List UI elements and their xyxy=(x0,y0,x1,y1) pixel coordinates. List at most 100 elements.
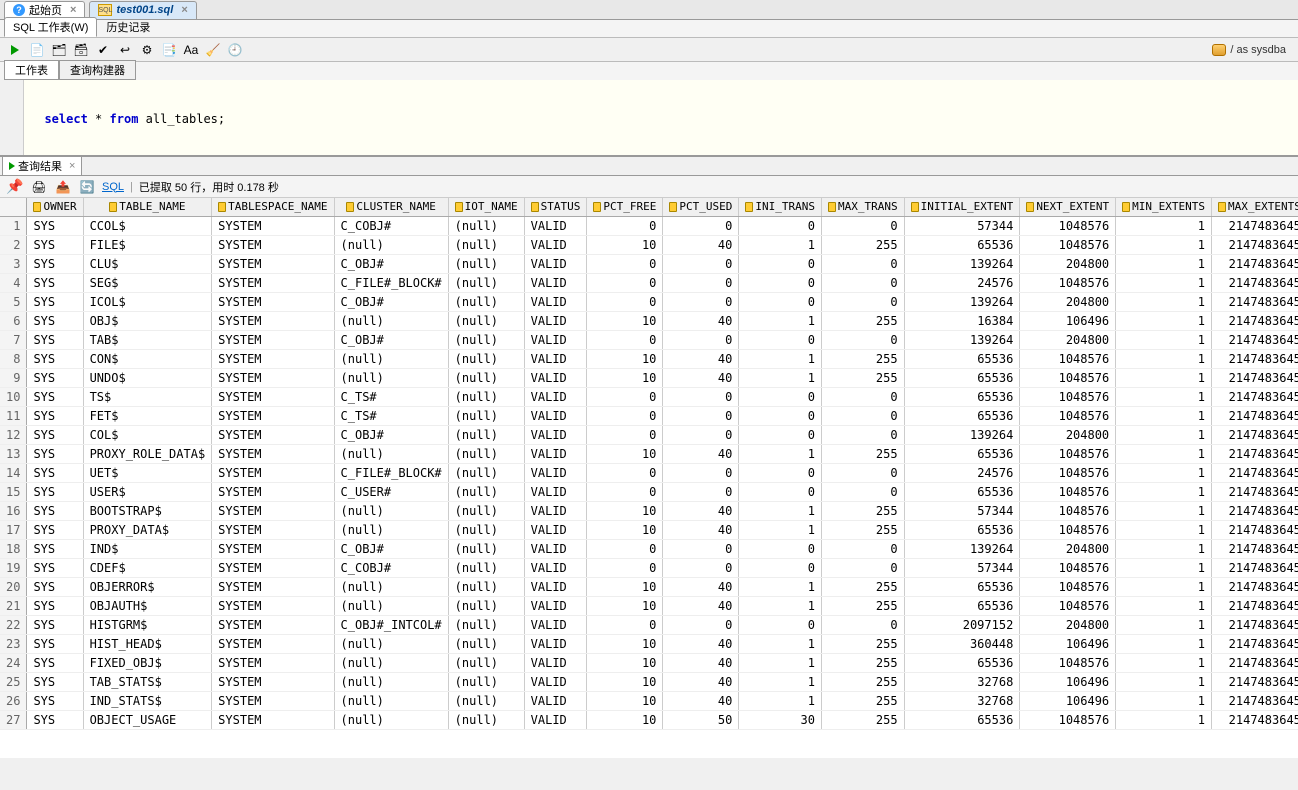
cell-ini_trans[interactable]: 1 xyxy=(739,349,822,368)
cell-table_name[interactable]: UET$ xyxy=(83,463,212,482)
cell-pct_free[interactable]: 10 xyxy=(587,596,663,615)
connection-selector[interactable]: / as sysdba xyxy=(1212,44,1292,56)
cell-ini_trans[interactable]: 1 xyxy=(739,653,822,672)
cell-cluster_name[interactable]: C_FILE#_BLOCK# xyxy=(334,273,448,292)
cell-status[interactable]: VALID xyxy=(524,444,587,463)
cell-min_extents[interactable]: 1 xyxy=(1116,368,1212,387)
cell-min_extents[interactable]: 1 xyxy=(1116,520,1212,539)
cell-table_name[interactable]: OBJ$ xyxy=(83,311,212,330)
cell-status[interactable]: VALID xyxy=(524,691,587,710)
cell-status[interactable]: VALID xyxy=(524,653,587,672)
cell-min_extents[interactable]: 1 xyxy=(1116,501,1212,520)
cell-status[interactable]: VALID xyxy=(524,273,587,292)
cell-initial_extent[interactable]: 65536 xyxy=(904,444,1020,463)
cell-next_extent[interactable]: 1048576 xyxy=(1020,406,1116,425)
cell-table_name[interactable]: CCOL$ xyxy=(83,216,212,235)
cell-table_name[interactable]: TS$ xyxy=(83,387,212,406)
cell-pct_free[interactable]: 10 xyxy=(587,349,663,368)
cell-initial_extent[interactable]: 57344 xyxy=(904,558,1020,577)
cell-max_extents[interactable]: 2147483645 xyxy=(1212,444,1298,463)
cell-status[interactable]: VALID xyxy=(524,330,587,349)
cell-min_extents[interactable]: 1 xyxy=(1116,710,1212,729)
cell-pct_free[interactable]: 0 xyxy=(587,406,663,425)
table-row[interactable]: 4SYSSEG$SYSTEMC_FILE#_BLOCK#(null)VALID0… xyxy=(0,273,1298,292)
cell-table_name[interactable]: PROXY_DATA$ xyxy=(83,520,212,539)
cell-next_extent[interactable]: 1048576 xyxy=(1020,216,1116,235)
table-row[interactable]: 10SYSTS$SYSTEMC_TS#(null)VALID0000655361… xyxy=(0,387,1298,406)
cell-owner[interactable]: SYS xyxy=(27,672,83,691)
cell-cluster_name[interactable]: (null) xyxy=(334,710,448,729)
cell-cluster_name[interactable]: (null) xyxy=(334,577,448,596)
cell-cluster_name[interactable]: C_OBJ# xyxy=(334,539,448,558)
table-row[interactable]: 5SYSICOL$SYSTEMC_OBJ#(null)VALID00001392… xyxy=(0,292,1298,311)
column-header-table_name[interactable]: TABLE_NAME xyxy=(83,198,212,216)
cell-max_trans[interactable]: 255 xyxy=(821,577,904,596)
cell-status[interactable]: VALID xyxy=(524,615,587,634)
column-header-cluster_name[interactable]: CLUSTER_NAME xyxy=(334,198,448,216)
cell-tablespace_name[interactable]: SYSTEM xyxy=(212,387,334,406)
cell-iot_name[interactable]: (null) xyxy=(448,596,524,615)
column-header-initial_extent[interactable]: INITIAL_EXTENT xyxy=(904,198,1020,216)
table-row[interactable]: 1SYSCCOL$SYSTEMC_COBJ#(null)VALID0000573… xyxy=(0,216,1298,235)
cell-owner[interactable]: SYS xyxy=(27,539,83,558)
cell-iot_name[interactable]: (null) xyxy=(448,292,524,311)
cell-max_extents[interactable]: 2147483645 xyxy=(1212,406,1298,425)
cell-pct_used[interactable]: 0 xyxy=(663,273,739,292)
cell-pct_free[interactable]: 0 xyxy=(587,292,663,311)
cell-min_extents[interactable]: 1 xyxy=(1116,558,1212,577)
cell-iot_name[interactable]: (null) xyxy=(448,520,524,539)
subtab-worksheet[interactable]: SQL 工作表(W) xyxy=(4,17,97,37)
cell-iot_name[interactable]: (null) xyxy=(448,577,524,596)
cell-max_extents[interactable]: 2147483645 xyxy=(1212,634,1298,653)
cell-owner[interactable]: SYS xyxy=(27,463,83,482)
cell-cluster_name[interactable]: C_COBJ# xyxy=(334,558,448,577)
column-header-tablespace_name[interactable]: TABLESPACE_NAME xyxy=(212,198,334,216)
cell-max_extents[interactable]: 2147483645 xyxy=(1212,539,1298,558)
cell-owner[interactable]: SYS xyxy=(27,710,83,729)
cell-ini_trans[interactable]: 1 xyxy=(739,520,822,539)
cell-ini_trans[interactable]: 0 xyxy=(739,482,822,501)
cell-status[interactable]: VALID xyxy=(524,292,587,311)
cell-pct_used[interactable]: 0 xyxy=(663,558,739,577)
column-header-max_trans[interactable]: MAX_TRANS xyxy=(821,198,904,216)
cell-min_extents[interactable]: 1 xyxy=(1116,425,1212,444)
cell-ini_trans[interactable]: 0 xyxy=(739,558,822,577)
cell-owner[interactable]: SYS xyxy=(27,292,83,311)
cell-min_extents[interactable]: 1 xyxy=(1116,254,1212,273)
cell-max_extents[interactable]: 2147483645 xyxy=(1212,653,1298,672)
cell-status[interactable]: VALID xyxy=(524,349,587,368)
cell-pct_used[interactable]: 0 xyxy=(663,482,739,501)
cell-max_trans[interactable]: 255 xyxy=(821,311,904,330)
cell-table_name[interactable]: TAB$ xyxy=(83,330,212,349)
cell-ini_trans[interactable]: 0 xyxy=(739,615,822,634)
cell-table_name[interactable]: COL$ xyxy=(83,425,212,444)
cell-status[interactable]: VALID xyxy=(524,368,587,387)
cell-pct_free[interactable]: 10 xyxy=(587,501,663,520)
cell-initial_extent[interactable]: 65536 xyxy=(904,406,1020,425)
cell-ini_trans[interactable]: 1 xyxy=(739,634,822,653)
cell-initial_extent[interactable]: 57344 xyxy=(904,216,1020,235)
cell-iot_name[interactable]: (null) xyxy=(448,425,524,444)
cell-max_extents[interactable]: 2147483645 xyxy=(1212,615,1298,634)
cell-pct_free[interactable]: 0 xyxy=(587,273,663,292)
cell-initial_extent[interactable]: 65536 xyxy=(904,653,1020,672)
cell-iot_name[interactable]: (null) xyxy=(448,273,524,292)
unshared-worksheet-button[interactable]: 📑 xyxy=(160,41,178,59)
table-row[interactable]: 8SYSCON$SYSTEM(null)(null)VALID104012556… xyxy=(0,349,1298,368)
table-row[interactable]: 3SYSCLU$SYSTEMC_OBJ#(null)VALID000013926… xyxy=(0,254,1298,273)
cell-status[interactable]: VALID xyxy=(524,311,587,330)
cell-next_extent[interactable]: 1048576 xyxy=(1020,653,1116,672)
cell-owner[interactable]: SYS xyxy=(27,235,83,254)
cell-max_extents[interactable]: 2147483645 xyxy=(1212,273,1298,292)
cell-pct_free[interactable]: 0 xyxy=(587,387,663,406)
cell-max_trans[interactable]: 0 xyxy=(821,292,904,311)
cell-tablespace_name[interactable]: SYSTEM xyxy=(212,482,334,501)
tab-start-page[interactable]: ? 起始页 × xyxy=(4,1,85,19)
cell-tablespace_name[interactable]: SYSTEM xyxy=(212,273,334,292)
cell-initial_extent[interactable]: 139264 xyxy=(904,292,1020,311)
run-script-button[interactable]: 📄 xyxy=(28,41,46,59)
cell-min_extents[interactable]: 1 xyxy=(1116,482,1212,501)
cell-status[interactable]: VALID xyxy=(524,539,587,558)
cell-min_extents[interactable]: 1 xyxy=(1116,292,1212,311)
table-row[interactable]: 21SYSOBJAUTH$SYSTEM(null)(null)VALID1040… xyxy=(0,596,1298,615)
